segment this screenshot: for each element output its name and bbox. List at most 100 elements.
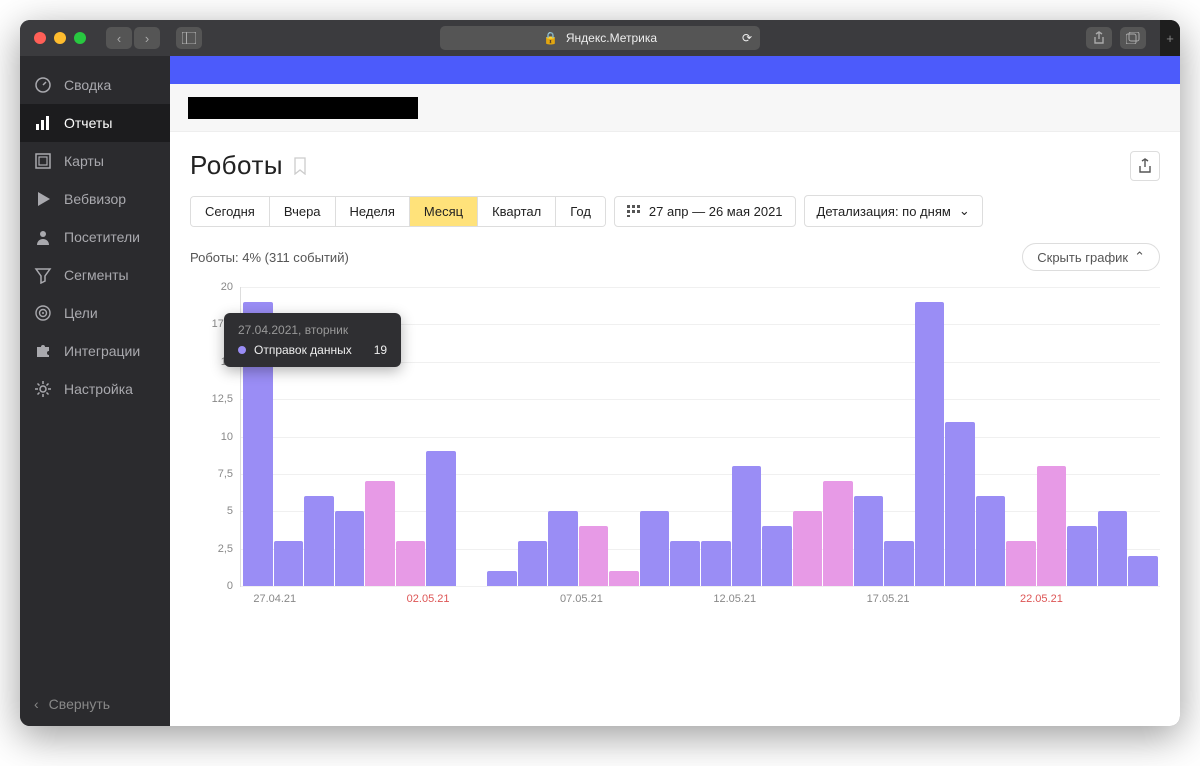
sidebar-item-visitors[interactable]: Посетители	[20, 218, 170, 256]
bar-24.05.21[interactable]	[1067, 526, 1097, 586]
maximize-window-button[interactable]	[74, 32, 86, 44]
chevron-left-icon: ‹	[34, 696, 39, 712]
bar-21.05.21[interactable]	[976, 496, 1006, 586]
bars-icon	[34, 114, 52, 132]
sidebar-item-label: Карты	[64, 153, 104, 169]
chart-tooltip: 27.04.2021, вторник Отправок данных 19	[224, 313, 401, 367]
window-controls	[34, 32, 86, 44]
gear-icon	[34, 380, 52, 398]
y-tick-label: 12,5	[212, 393, 233, 405]
tabs-icon	[1126, 32, 1140, 44]
sidebar-toggle-button[interactable]	[176, 27, 202, 49]
bar-11.05.21[interactable]	[670, 541, 700, 586]
x-tick-label: 17.05.21	[867, 593, 910, 605]
bar-10.05.21[interactable]	[640, 511, 670, 586]
puzzle-icon	[34, 342, 52, 360]
tabs-button[interactable]	[1120, 27, 1146, 49]
forward-button[interactable]: ›	[134, 27, 160, 49]
bar-13.05.21[interactable]	[732, 466, 762, 586]
calendar-icon	[627, 205, 641, 217]
address-bar[interactable]: 🔒 Яндекс.Метрика ⟳	[440, 26, 760, 50]
sidebar-item-webvisor[interactable]: Вебвизор	[20, 180, 170, 218]
chart-x-axis: 27.04.2102.05.2107.05.2112.05.2117.05.21…	[240, 593, 1160, 609]
sidebar-collapse-label: Свернуть	[49, 696, 110, 712]
bar-22.05.21[interactable]	[1006, 541, 1036, 586]
bar-02.05.21[interactable]	[396, 541, 426, 586]
bar-28.04.21[interactable]	[274, 541, 304, 586]
bar-01.05.21[interactable]	[365, 481, 395, 586]
bar-08.05.21[interactable]	[579, 526, 609, 586]
period-Сегодня[interactable]: Сегодня	[191, 197, 270, 226]
gridline	[241, 586, 1160, 587]
reload-icon[interactable]: ⟳	[742, 31, 752, 45]
bar-23.05.21[interactable]	[1037, 466, 1067, 586]
lock-icon: 🔒	[543, 31, 558, 45]
close-window-button[interactable]	[34, 32, 46, 44]
bar-14.05.21[interactable]	[762, 526, 792, 586]
period-Квартал[interactable]: Квартал	[478, 197, 556, 226]
bar-15.05.21[interactable]	[793, 511, 823, 586]
x-tick-label: 12.05.21	[713, 593, 756, 605]
export-button[interactable]	[1130, 151, 1160, 181]
browser-window: ‹ › 🔒 Яндекс.Метрика ⟳ + Сводка Отчеты Кар…	[20, 20, 1180, 726]
sidebar-item-reports[interactable]: Отчеты	[20, 104, 170, 142]
bar-03.05.21[interactable]	[426, 451, 456, 586]
nav-buttons: ‹ ›	[106, 27, 160, 49]
period-Вчера[interactable]: Вчера	[270, 197, 336, 226]
sidebar-item-settings[interactable]: Настройка	[20, 370, 170, 408]
date-range-label: 27 апр — 26 мая 2021	[649, 204, 783, 219]
bar-12.05.21[interactable]	[701, 541, 731, 586]
page-title-row: Роботы	[190, 150, 1160, 181]
sidebar-item-goals[interactable]: Цели	[20, 294, 170, 332]
period-Неделя[interactable]: Неделя	[336, 197, 410, 226]
tooltip-color-dot	[238, 346, 246, 354]
hide-chart-button[interactable]: Скрыть график ⌃	[1022, 243, 1160, 271]
sidebar-collapse-button[interactable]: ‹ Свернуть	[20, 682, 170, 726]
bar-25.05.21[interactable]	[1098, 511, 1128, 586]
detail-dropdown[interactable]: Детализация: по дням ⌄	[804, 195, 983, 227]
sidebar-item-integrations[interactable]: Интеграции	[20, 332, 170, 370]
project-header	[170, 84, 1180, 132]
sidebar-item-label: Отчеты	[64, 115, 112, 131]
period-Год[interactable]: Год	[556, 197, 605, 226]
filter-icon	[34, 266, 52, 284]
back-button[interactable]: ‹	[106, 27, 132, 49]
sidebar-item-maps[interactable]: Карты	[20, 142, 170, 180]
bar-16.05.21[interactable]	[823, 481, 853, 586]
detail-label: Детализация: по дням	[817, 204, 951, 219]
bar-07.05.21[interactable]	[548, 511, 578, 586]
bookmark-icon[interactable]	[293, 157, 307, 175]
bar-09.05.21[interactable]	[609, 571, 639, 586]
bar-19.05.21[interactable]	[915, 302, 945, 586]
main-content: Роботы СегодняВчераНеделяМесяцКварталГод	[170, 56, 1180, 726]
date-range-picker[interactable]: 27 апр — 26 мая 2021	[614, 196, 796, 227]
bar-18.05.21[interactable]	[884, 541, 914, 586]
bar-29.04.21[interactable]	[304, 496, 334, 586]
bar-20.05.21[interactable]	[945, 422, 975, 586]
bar-17.05.21[interactable]	[854, 496, 884, 586]
minimize-window-button[interactable]	[54, 32, 66, 44]
project-name-redacted	[188, 97, 418, 119]
bar-30.04.21[interactable]	[335, 511, 365, 586]
gauge-icon	[34, 76, 52, 94]
y-tick-label: 0	[227, 580, 233, 592]
y-tick-label: 20	[221, 281, 233, 293]
x-tick-label: 22.05.21	[1020, 593, 1063, 605]
share-icon	[1093, 31, 1105, 45]
report-controls: СегодняВчераНеделяМесяцКварталГод 27 апр…	[190, 195, 1160, 227]
share-button[interactable]	[1086, 27, 1112, 49]
sidebar: Сводка Отчеты Карты Вебвизор Посетители Сегме…	[20, 56, 170, 726]
tooltip-value: 19	[360, 343, 387, 357]
sidebar-item-label: Сводка	[64, 77, 111, 93]
sidebar-item-summary[interactable]: Сводка	[20, 66, 170, 104]
sidebar-item-label: Посетители	[64, 229, 140, 245]
period-Месяц[interactable]: Месяц	[410, 197, 478, 226]
bar-05.05.21[interactable]	[487, 571, 517, 586]
toolbar-right	[1086, 27, 1146, 49]
bar-26.05.21[interactable]	[1128, 556, 1158, 586]
sidebar-item-label: Вебвизор	[64, 191, 126, 207]
new-tab-button[interactable]: +	[1160, 20, 1180, 56]
stat-row: Роботы: 4% (311 событий) Скрыть график ⌃	[190, 243, 1160, 271]
bar-06.05.21[interactable]	[518, 541, 548, 586]
sidebar-item-segments[interactable]: Сегменты	[20, 256, 170, 294]
